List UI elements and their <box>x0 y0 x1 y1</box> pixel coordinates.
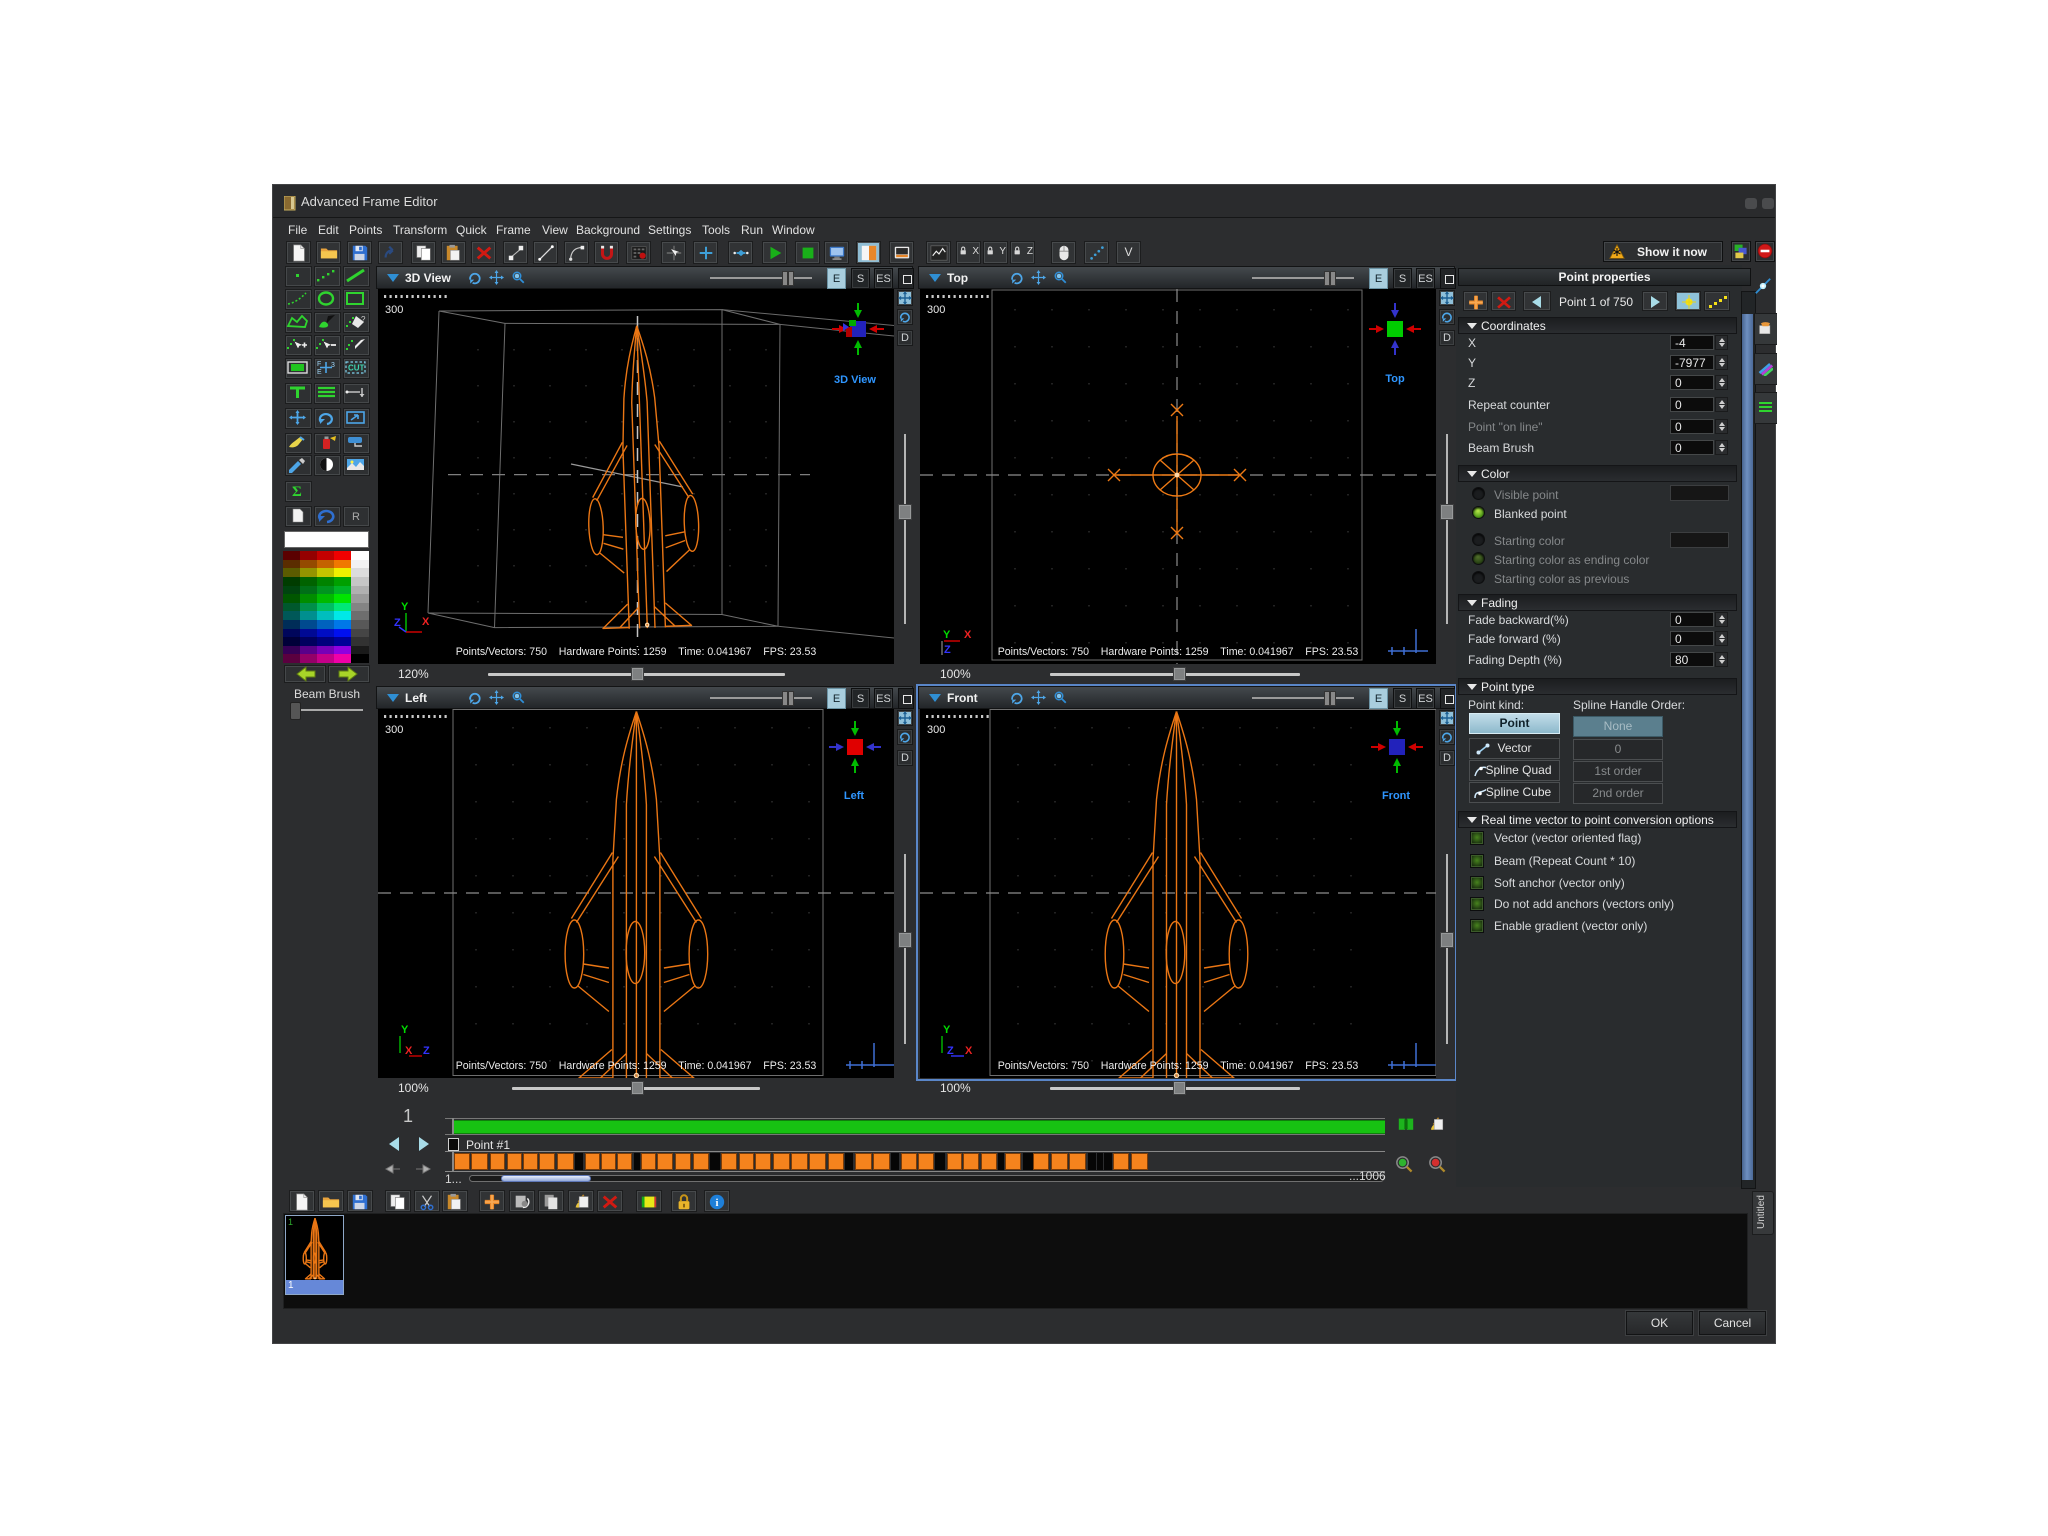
svg-text:300: 300 <box>927 724 945 736</box>
svg-text:CUT: CUT <box>348 364 365 373</box>
svg-text:300: 300 <box>385 724 403 736</box>
svg-text:Y: Y <box>943 1024 951 1036</box>
svg-text:Points/Vectors: 750 Hardwar: Points/Vectors: 750 Hardware Points: 125… <box>456 1060 817 1072</box>
svg-text:Front: Front <box>1382 790 1410 802</box>
svg-text:Y: Y <box>401 1024 409 1036</box>
svg-text:Points/Vectors: 750 Hardwar: Points/Vectors: 750 Hardware Points: 125… <box>998 646 1359 658</box>
svg-text:300: 300 <box>385 304 403 316</box>
svg-text:3D View: 3D View <box>834 374 876 386</box>
svg-text:Points/Vectors: 750 Hardwar: Points/Vectors: 750 Hardware Points: 125… <box>456 646 817 658</box>
svg-text:Y: Y <box>401 601 409 613</box>
svg-text:?: ? <box>361 315 366 324</box>
svg-text:X: X <box>965 1045 973 1057</box>
svg-text:X: X <box>422 616 430 628</box>
svg-text:Z: Z <box>944 644 951 656</box>
svg-text:X: X <box>405 1045 413 1057</box>
svg-text:E: E <box>317 369 322 376</box>
svg-text:Left: Left <box>844 790 865 802</box>
svg-text:F: F <box>317 361 321 368</box>
svg-text:3: 3 <box>331 362 335 369</box>
svg-text:Z: Z <box>423 1045 430 1057</box>
svg-text:Top: Top <box>1385 373 1405 385</box>
svg-text:Points/Vectors: 750 Hardwar: Points/Vectors: 750 Hardware Points: 125… <box>998 1060 1359 1072</box>
svg-text:Σ: Σ <box>292 484 302 499</box>
svg-text:Z: Z <box>947 1045 954 1057</box>
svg-text:R: R <box>352 511 360 523</box>
svg-text:X: X <box>964 629 972 641</box>
svg-text:Y: Y <box>943 629 951 641</box>
svg-text:300: 300 <box>927 304 945 316</box>
